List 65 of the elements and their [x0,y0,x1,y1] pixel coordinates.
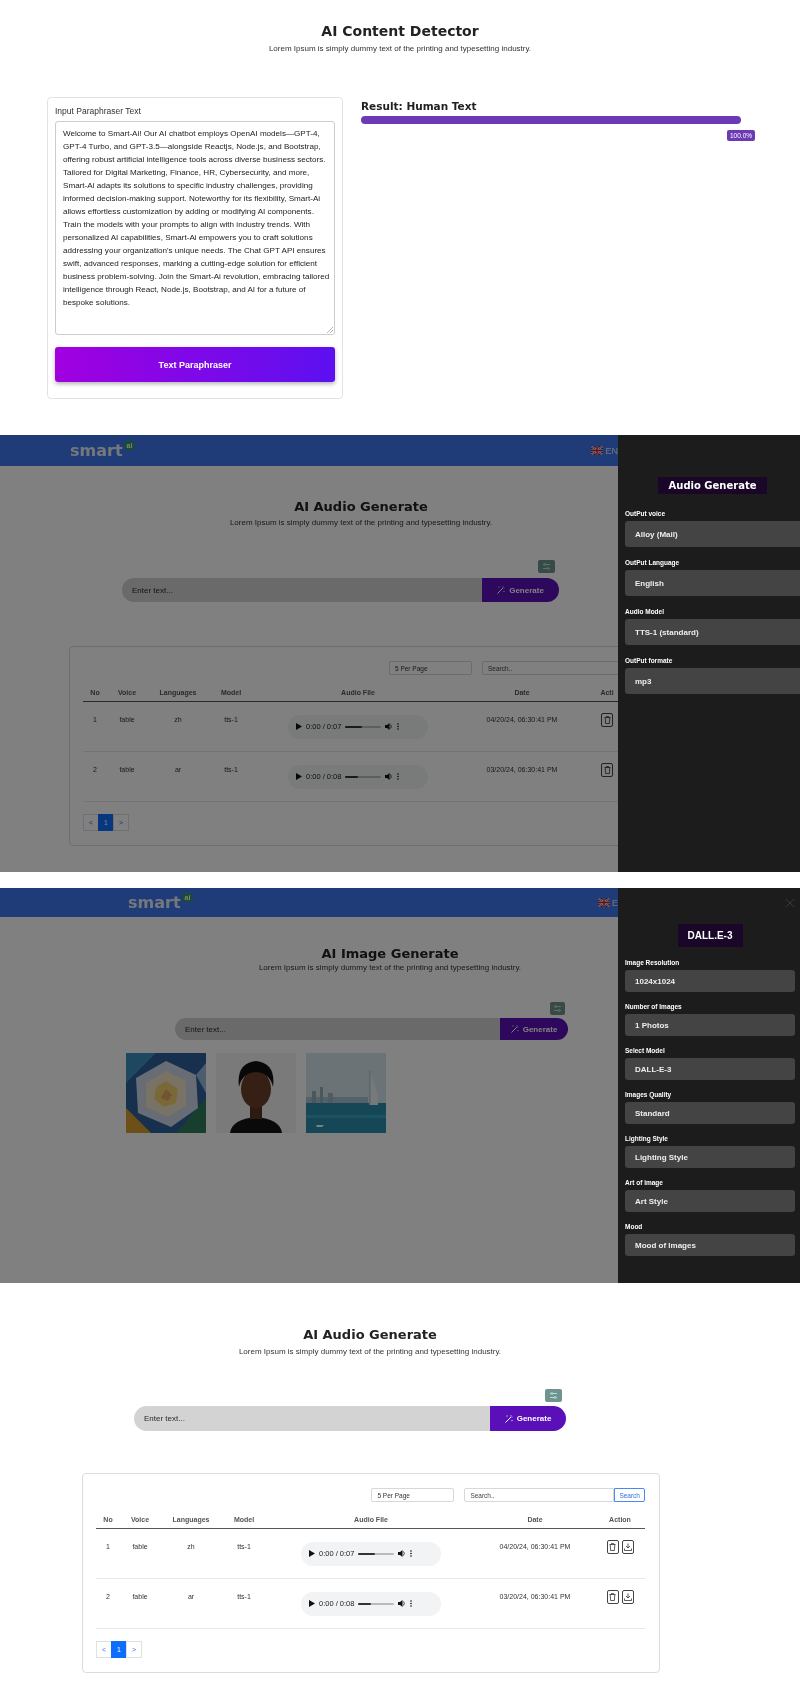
more-icon[interactable] [397,773,400,780]
page-subtitle: Lorem Ipsum is simply dummy text of the printing and typesetting industry. [268,44,532,54]
select-field[interactable]: Standard [625,1102,795,1124]
magic-wand-icon [504,1414,513,1423]
field-label: Input Paraphraser Text [55,105,142,117]
flag-icon [598,898,610,907]
page-subtitle: Lorem Ipsum is simply dummy text of the printing and typesetting industry. [238,1347,502,1357]
select-field[interactable]: English [625,570,800,596]
select-field[interactable]: Mood of Images [625,1234,795,1256]
select-field[interactable]: mp3 [625,668,800,694]
delete-button[interactable] [601,763,613,777]
page-title: AI Audio Generate [303,1326,437,1343]
delete-button[interactable] [606,1590,619,1604]
play-icon[interactable] [309,1550,315,1557]
delete-button[interactable] [606,1540,619,1554]
select-field[interactable]: Alloy (Mail) [625,521,800,547]
delete-button[interactable] [601,713,613,727]
more-icon[interactable] [410,1600,413,1607]
magic-wand-icon [497,586,506,594]
page-title: AI Audio Generate [294,498,428,515]
sliders-icon [543,563,550,570]
prompt-field[interactable]: Enter text... [175,1018,500,1040]
magic-wand-icon [510,1025,519,1033]
paraphrase-button[interactable]: Text Paraphraser [55,347,335,382]
select-field[interactable]: 1024x1024 [625,970,795,992]
flag-icon [591,446,604,455]
select-field[interactable]: Art Style [625,1190,795,1212]
more-icon[interactable] [410,1550,413,1557]
page-title: AI Image Generate [321,945,459,962]
audio-progress[interactable] [358,1602,395,1605]
more-icon[interactable] [397,723,400,730]
select-field[interactable]: TTS-1 (standard) [625,619,800,645]
sliders-icon [550,1392,557,1399]
trash-icon [609,1593,616,1601]
prompt-field[interactable]: Enter text... [122,578,482,602]
download-icon [623,1543,632,1551]
trash-icon [603,716,611,724]
logo-text: smart [70,441,123,460]
download-button[interactable] [621,1540,634,1554]
close-icon [785,898,795,908]
panel-title: Audio Generate [657,477,768,494]
trash-icon [609,1543,616,1551]
download-button[interactable] [621,1590,634,1604]
page-title: AI Content Detector [321,23,479,40]
panel-title: DALL.E-3 [677,924,743,947]
download-icon [623,1593,632,1601]
page-subtitle: Lorem Ipsum is simply dummy text of the printing and typesetting industry. [258,963,522,973]
generate-button[interactable]: Generate [482,578,559,602]
result-label: Result: Human Text [361,100,478,112]
resize-handle-icon[interactable] [327,327,333,334]
page-subtitle: Lorem Ipsum is simply dummy text of the printing and typesetting industry. [229,518,493,528]
select-field[interactable]: DALL-E-3 [625,1058,795,1080]
prompt-field[interactable]: Enter text... [134,1406,490,1431]
sliders-icon [554,1005,561,1012]
trash-icon [603,766,611,774]
volume-icon[interactable] [398,1600,407,1607]
play-icon[interactable] [309,1600,315,1607]
audio-progress[interactable] [358,1552,395,1555]
select-field[interactable]: Lighting Style [625,1146,795,1168]
logo-text: smart [128,893,181,912]
volume-icon[interactable] [398,1550,407,1557]
select-field[interactable]: 1 Photos [625,1014,795,1036]
generate-button[interactable]: Generate [500,1018,568,1040]
text-area[interactable]: Welcome to Smart-Ai! Our AI chatbot employs OpenAI models—GPT-4, GPT-4 Turbo, and GPT-3.5—alongside Reactjs, Node.js, and Bootstrap, offering robust artificial intelligence tools across diverse business sectors. Tailored for Digital Marketing, Finance, HR, Cybersecurity, and more, Smart-Ai adapts its solutions to specific industry challenges, providing informed decision-making support. Noteworthy for its flexibility, Smart-Ai allows effortless customization by adding or modifying AI components. Train the models with your prompts to align with industry trends. With personalized AI capabilities, Smart-Ai empowers you to craft solutions addressing your organization's unique needs. The Chat GPT API ensures swift, advanced responses, marking a cutting-edge solution for efficient business problem-solving. Join the Smart-Ai revolution, embracing tailored intelligence through React, Node.js, Bootstrap, and AI for a future of bespoke solutions. [55,121,335,336]
generate-button[interactable]: Generate [490,1406,566,1431]
